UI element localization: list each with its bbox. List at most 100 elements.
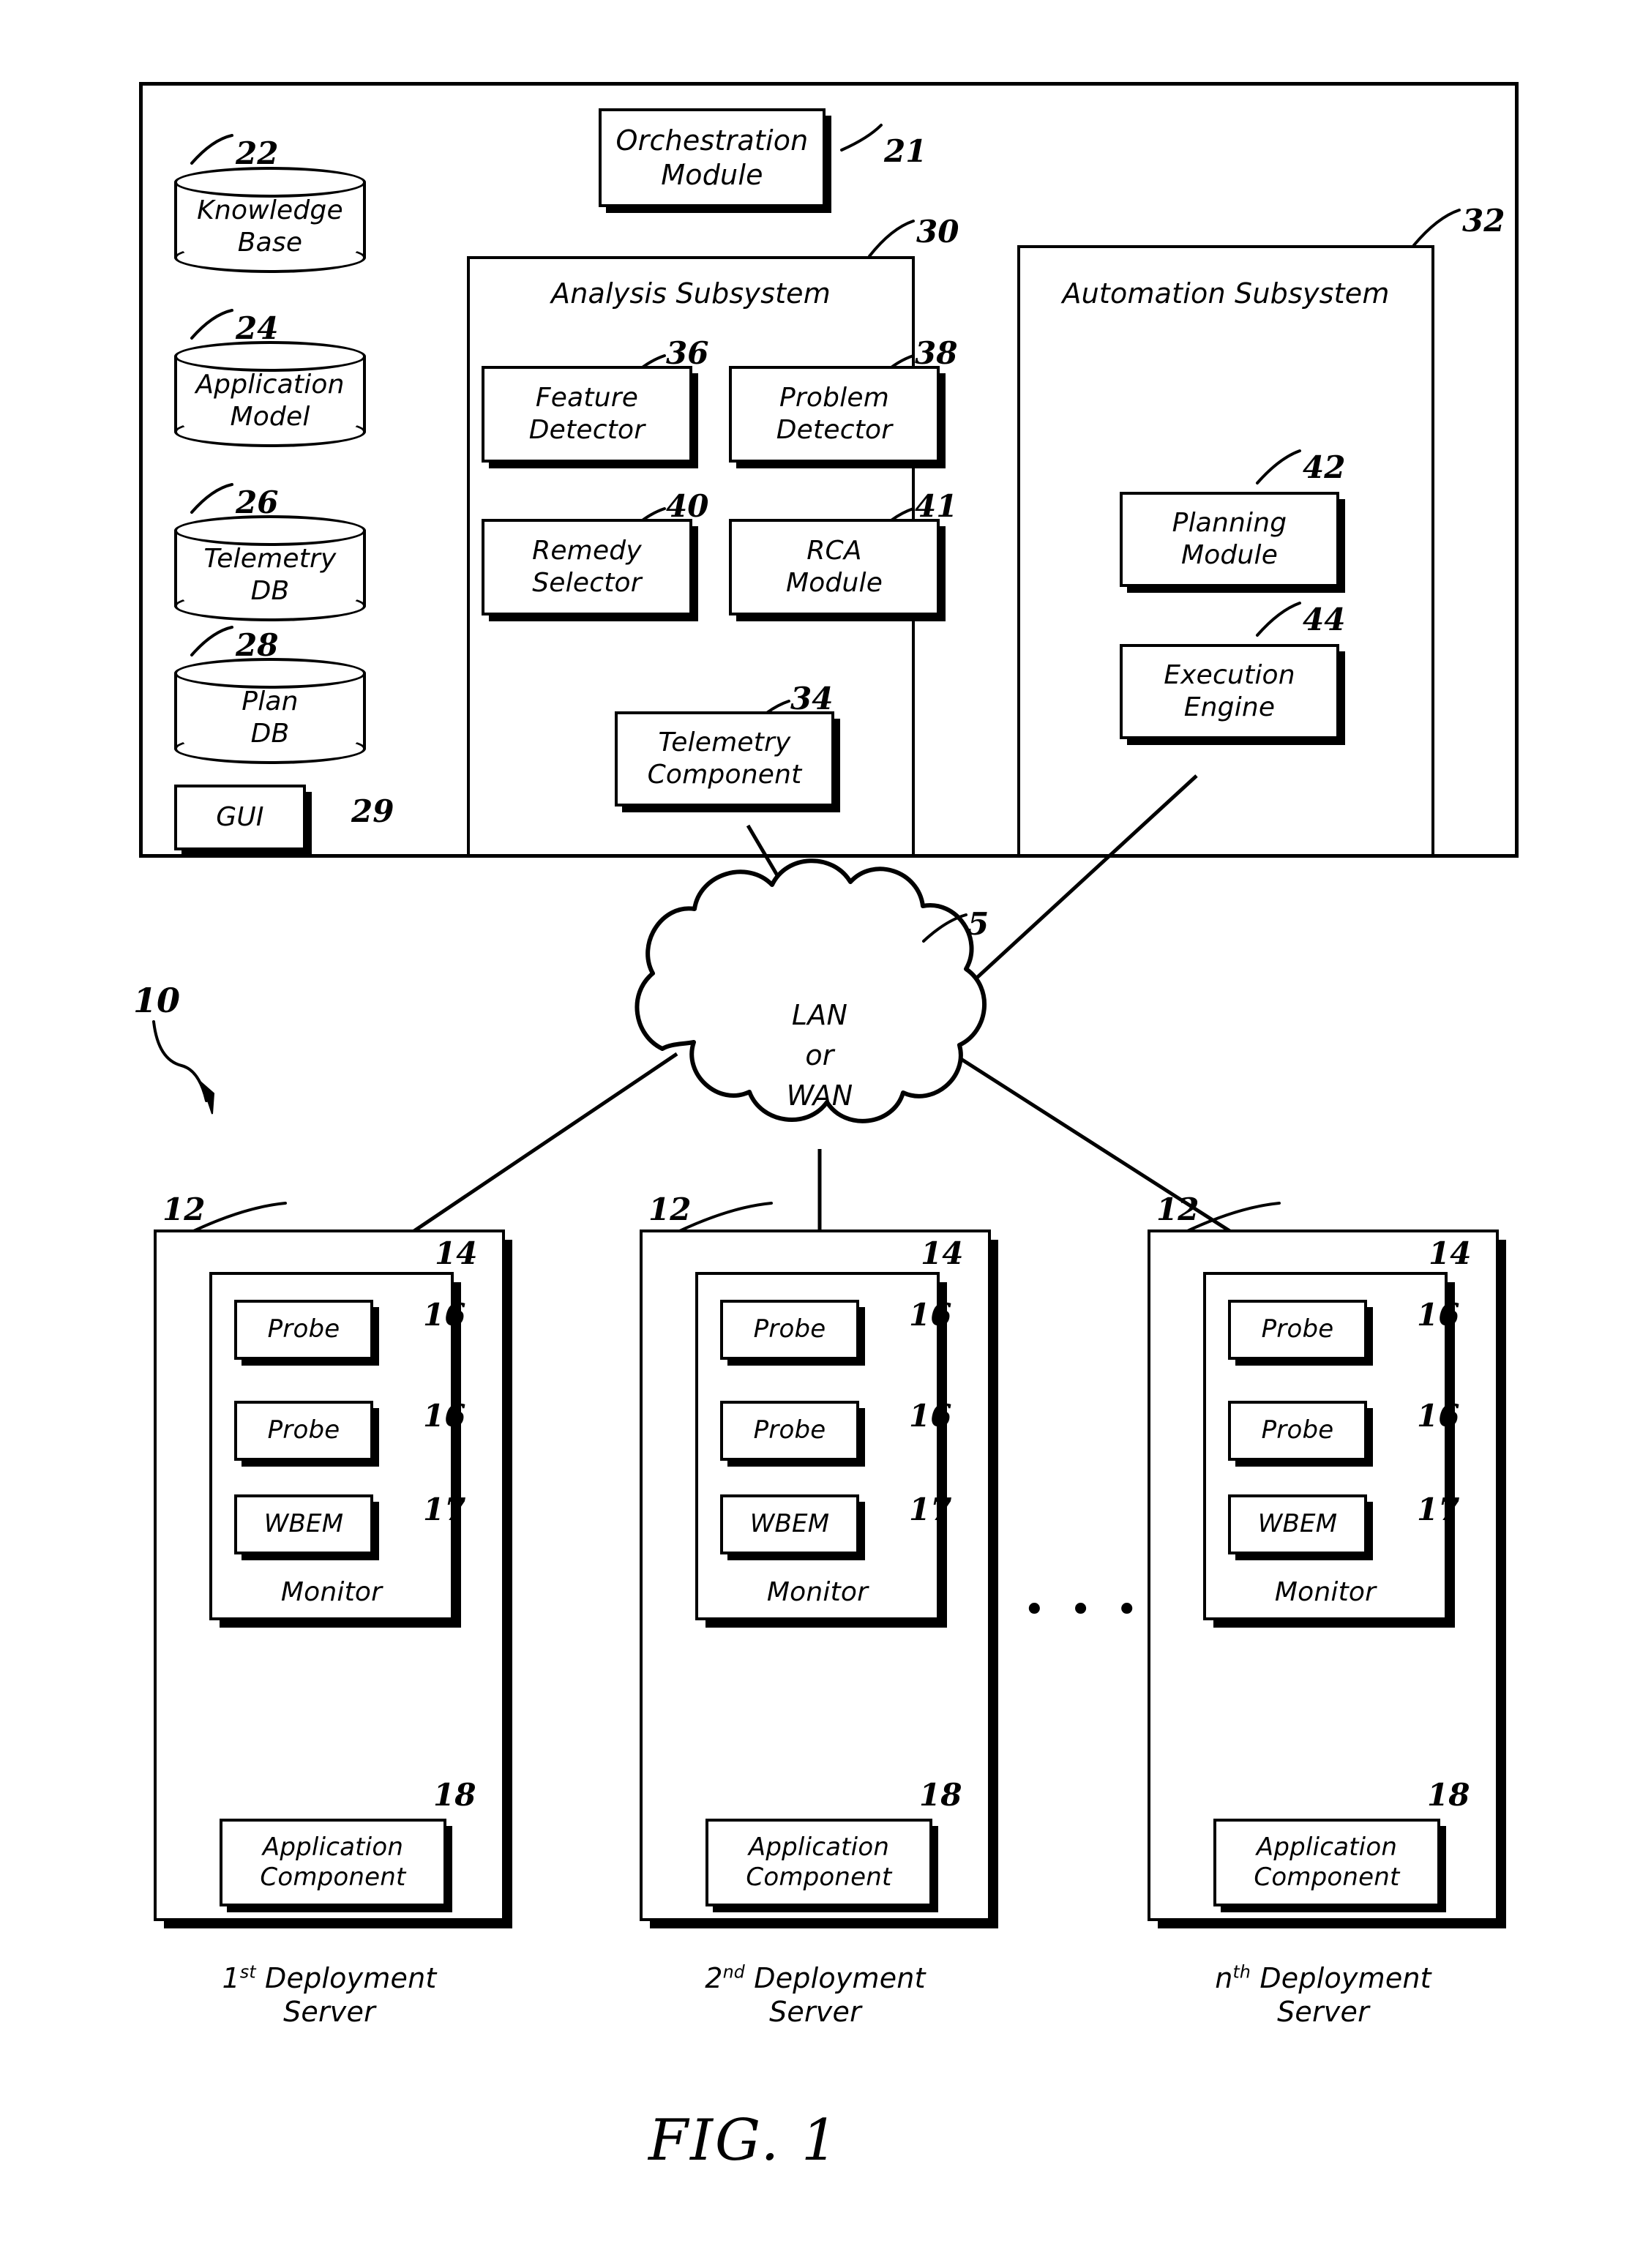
- wbem-2-box[interactable]: WBEM: [720, 1494, 859, 1554]
- probe-na-label: Probe: [1261, 1314, 1334, 1344]
- problem-detector-box[interactable]: Problem Detector: [729, 366, 940, 463]
- remedy-selector-label: Remedy Selector: [532, 536, 642, 598]
- application-component-n-label: Application Component: [1254, 1832, 1400, 1892]
- ref-16-na: 16: [1417, 1297, 1460, 1333]
- ref-16-1b: 16: [423, 1398, 466, 1434]
- figure-page: Orchestration Module 21 Knowledge Base 2…: [0, 0, 1632, 2268]
- application-component-2-label: Application Component: [746, 1832, 892, 1892]
- wbem-1-box[interactable]: WBEM: [234, 1494, 373, 1554]
- automation-subsystem-title: Automation Subsystem: [1062, 277, 1390, 310]
- server-n-rest: Deployment Server: [1259, 1962, 1431, 2029]
- analysis-subsystem-title: Analysis Subsystem: [551, 277, 831, 310]
- probe-2a-box[interactable]: Probe: [720, 1300, 859, 1360]
- ref-40: 40: [666, 488, 709, 524]
- wbem-n-box[interactable]: WBEM: [1228, 1494, 1367, 1554]
- telemetry-db-label: Telemetry DB: [203, 543, 337, 606]
- ref-12-server-n: 12: [1156, 1191, 1199, 1227]
- application-model-label: Application Model: [195, 369, 345, 432]
- probe-nb-label: Probe: [1261, 1415, 1334, 1445]
- ref-38: 38: [915, 335, 958, 371]
- feature-detector-label: Feature Detector: [528, 383, 645, 445]
- ref-16-1a: 16: [423, 1297, 466, 1333]
- server-1-suffix: st: [239, 1961, 256, 1983]
- ref-14-server-n: 14: [1429, 1235, 1472, 1271]
- ref-17-2: 17: [909, 1492, 952, 1527]
- planning-module-label: Planning Module: [1172, 508, 1287, 570]
- plan-db-label: Plan DB: [242, 686, 299, 749]
- deployment-server-1-caption: 1st Deployment Server: [146, 1961, 512, 2029]
- ref-42: 42: [1303, 449, 1346, 485]
- monitor-n-label: Monitor: [1274, 1577, 1377, 1608]
- ref-17-1: 17: [423, 1492, 466, 1527]
- ref-30: 30: [916, 214, 959, 250]
- server-1-rest: Deployment Server: [265, 1962, 437, 2029]
- ref-17-n: 17: [1417, 1492, 1460, 1527]
- rca-module-box[interactable]: RCA Module: [729, 519, 940, 615]
- feature-detector-box[interactable]: Feature Detector: [482, 366, 692, 463]
- ref-16-2b: 16: [909, 1398, 952, 1434]
- server-2-ordinal: 2: [705, 1962, 723, 1994]
- application-component-1-label: Application Component: [260, 1832, 406, 1892]
- application-component-n-box[interactable]: Application Component: [1213, 1819, 1440, 1906]
- rca-module-label: RCA Module: [785, 536, 883, 598]
- ref-41: 41: [915, 488, 958, 524]
- network-cloud-label: LAN or WAN: [786, 999, 853, 1112]
- application-component-2-box[interactable]: Application Component: [705, 1819, 932, 1906]
- execution-engine-box[interactable]: Execution Engine: [1120, 644, 1339, 739]
- application-model-cylinder[interactable]: Application Model: [174, 341, 366, 447]
- ref-5: 5: [967, 906, 989, 942]
- telemetry-component-box[interactable]: Telemetry Component: [615, 711, 834, 806]
- deployment-server-2-caption: 2nd Deployment Server: [632, 1961, 998, 2029]
- gui-label: GUI: [216, 802, 264, 833]
- probe-2a-label: Probe: [753, 1314, 826, 1344]
- problem-detector-label: Problem Detector: [776, 383, 893, 445]
- monitor-2-label: Monitor: [766, 1577, 869, 1608]
- probe-na-box[interactable]: Probe: [1228, 1300, 1367, 1360]
- server-2-suffix: nd: [722, 1961, 745, 1983]
- server-n-ordinal: n: [1215, 1962, 1233, 1994]
- leader-5: [922, 913, 967, 943]
- ref-32: 32: [1462, 203, 1505, 239]
- server-1-ordinal: 1: [222, 1962, 240, 1994]
- ref-29: 29: [351, 793, 394, 829]
- ref-18-server-1: 18: [433, 1777, 476, 1813]
- probe-nb-box[interactable]: Probe: [1228, 1401, 1367, 1461]
- planning-module-box[interactable]: Planning Module: [1120, 492, 1339, 587]
- probe-1a-box[interactable]: Probe: [234, 1300, 373, 1360]
- telemetry-component-label: Telemetry Component: [647, 727, 802, 790]
- deployment-server-n-caption: nth Deployment Server: [1140, 1961, 1506, 2029]
- probe-1a-label: Probe: [267, 1314, 340, 1344]
- servers-ellipsis: • • •: [1023, 1588, 1145, 1632]
- orchestration-module-label: Orchestration Module: [615, 124, 809, 191]
- figure-caption: FIG. 1: [648, 2108, 840, 2174]
- gui-box[interactable]: GUI: [174, 785, 306, 850]
- ref-14-server-1: 14: [435, 1235, 478, 1271]
- telemetry-db-cylinder[interactable]: Telemetry DB: [174, 515, 366, 621]
- wbem-1-label: WBEM: [263, 1509, 344, 1539]
- plan-db-cylinder[interactable]: Plan DB: [174, 658, 366, 764]
- leader-10-arrow: [200, 1080, 215, 1115]
- ref-44: 44: [1303, 602, 1346, 637]
- execution-engine-label: Execution Engine: [1164, 660, 1295, 722]
- ref-14-server-2: 14: [921, 1235, 964, 1271]
- ref-18-server-n: 18: [1427, 1777, 1470, 1813]
- probe-1b-box[interactable]: Probe: [234, 1401, 373, 1461]
- ref-16-nb: 16: [1417, 1398, 1460, 1434]
- server-n-suffix: th: [1232, 1961, 1251, 1983]
- ref-21: 21: [884, 133, 927, 169]
- knowledge-base-cylinder[interactable]: Knowledge Base: [174, 167, 366, 273]
- ref-22: 22: [236, 135, 279, 171]
- wbem-2-label: WBEM: [749, 1509, 830, 1539]
- server-2-rest: Deployment Server: [754, 1962, 926, 2029]
- knowledge-base-label: Knowledge Base: [197, 195, 343, 258]
- probe-2b-box[interactable]: Probe: [720, 1401, 859, 1461]
- monitor-1-label: Monitor: [280, 1577, 383, 1608]
- remedy-selector-box[interactable]: Remedy Selector: [482, 519, 692, 615]
- probe-1b-label: Probe: [267, 1415, 340, 1445]
- probe-2b-label: Probe: [753, 1415, 826, 1445]
- application-component-1-box[interactable]: Application Component: [220, 1819, 446, 1906]
- wbem-n-label: WBEM: [1257, 1509, 1338, 1539]
- orchestration-module-box[interactable]: Orchestration Module: [599, 108, 826, 207]
- leader-10: [152, 1020, 208, 1102]
- ref-36: 36: [666, 335, 709, 371]
